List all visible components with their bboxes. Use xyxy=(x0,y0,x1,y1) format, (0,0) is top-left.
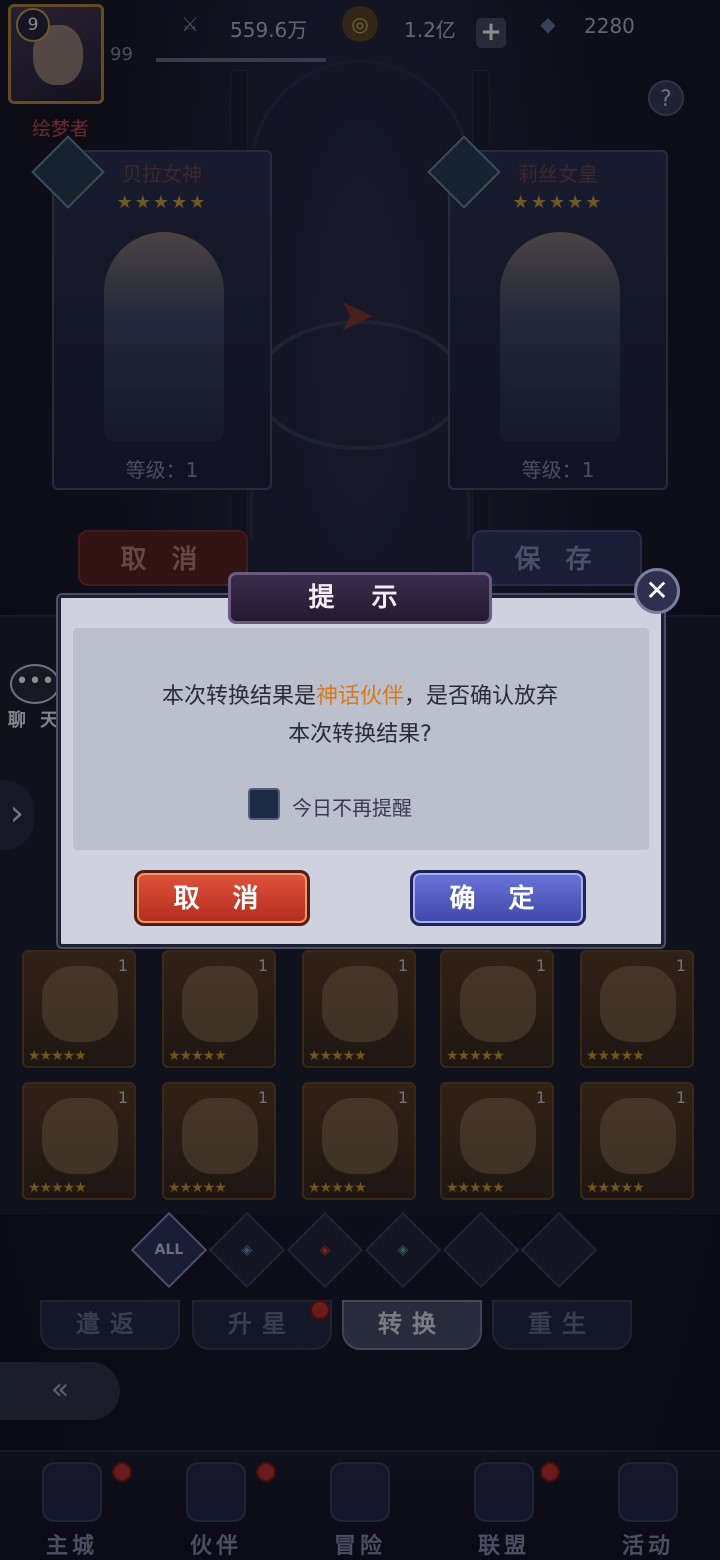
dont-remind-label: 今日不再提醒 xyxy=(292,796,412,820)
dialog-cancel-button[interactable]: 取 消 xyxy=(134,870,310,926)
dialog-confirm-button[interactable]: 确 定 xyxy=(410,870,586,926)
message-highlight: 神话伙伴 xyxy=(315,684,404,709)
dialog-title: 提 示 xyxy=(228,572,492,624)
dialog-message-line1: 本次转换结果是神话伙伴，是否确认放弃 xyxy=(70,678,650,710)
dialog-message-line2: 本次转换结果? xyxy=(288,722,432,747)
message-prefix: 本次转换结果是 xyxy=(161,684,316,709)
dont-remind-checkbox[interactable] xyxy=(248,788,280,820)
message-suffix: ，是否确认放弃 xyxy=(404,684,559,709)
close-icon[interactable]: ✕ xyxy=(634,568,680,614)
